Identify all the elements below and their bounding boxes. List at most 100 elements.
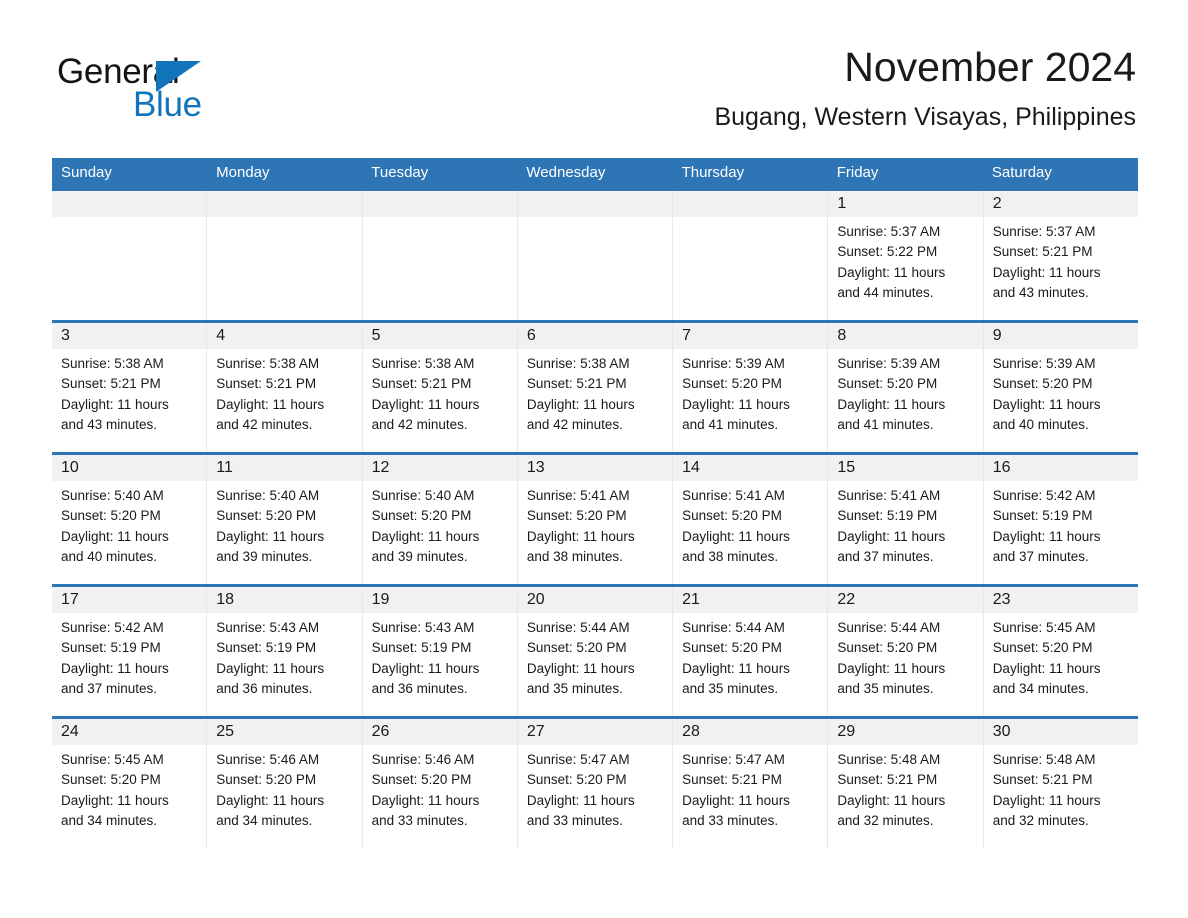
day-cell-14[interactable]: 14 Sunrise: 5:41 AM Sunset: 5:20 PM Dayligh…	[673, 455, 829, 584]
day-cell-23[interactable]: 23 Sunrise: 5:45 AM Sunset: 5:20 PM Dayligh…	[983, 587, 1138, 716]
daylight-line: Daylight: 11 hours	[216, 660, 325, 676]
day-number-band: 5	[362, 323, 517, 349]
day-number: 18	[216, 591, 235, 608]
daylight-line-2: and 40 minutes.	[992, 416, 1089, 432]
day-info: Sunrise: 5:48 AM Sunset: 5:21 PM Daylight:…	[984, 745, 1138, 831]
day-cell-empty	[362, 191, 518, 320]
day-cell-7[interactable]: 7 Sunrise: 5:39 AM Sunset: 5:20 PM Daylight…	[673, 323, 829, 452]
daylight-line: Daylight: 11 hours	[682, 660, 790, 676]
day-cell-19[interactable]: 19 Sunrise: 5:43 AM Sunset: 5:19 PM Dayligh…	[362, 587, 518, 716]
day-cell-13[interactable]: 13 Sunrise: 5:41 AM Sunset: 5:20 PM Dayligh…	[517, 455, 674, 584]
daylight-line: Daylight: 11 hours	[216, 528, 325, 544]
day-info: Sunrise: 5:46 AM Sunset: 5:20 PM Daylight:…	[363, 745, 517, 831]
daylight-line: Daylight: 11 hours	[992, 264, 1101, 280]
daylight-line: Daylight: 11 hours	[837, 528, 946, 544]
day-cell-15[interactable]: 15 Sunrise: 5:41 AM Sunset: 5:19 PM Dayligh…	[828, 455, 984, 584]
daylight-line-2: and 32 minutes.	[992, 812, 1089, 828]
day-info: Sunrise: 5:41 AM Sunset: 5:19 PM Daylight:…	[828, 481, 982, 567]
daylight-line-2: and 36 minutes.	[371, 680, 468, 696]
day-number-band: 16	[983, 455, 1138, 481]
sunrise-line: Sunrise: 5:40 AM	[61, 488, 164, 503]
daylight-line-2: and 32 minutes.	[837, 812, 934, 828]
day-number: 27	[526, 723, 545, 740]
day-number: 12	[371, 459, 390, 476]
sunset-line: Sunset: 5:20 PM	[682, 508, 782, 524]
daylight-line: Daylight: 11 hours	[526, 792, 635, 808]
day-cell-26[interactable]: 26 Sunrise: 5:46 AM Sunset: 5:20 PM Dayligh…	[362, 719, 518, 848]
day-cell-3[interactable]: 3 Sunrise: 5:38 AM Sunset: 5:21 PM Daylight…	[52, 323, 208, 452]
sunrise-line: Sunrise: 5:44 AM	[526, 620, 630, 635]
day-cell-9[interactable]: 9 Sunrise: 5:39 AM Sunset: 5:20 PM Daylight…	[983, 323, 1138, 452]
day-number: 1	[837, 195, 847, 212]
day-cell-12[interactable]: 12 Sunrise: 5:40 AM Sunset: 5:20 PM Dayligh…	[362, 455, 518, 584]
daylight-line: Daylight: 11 hours	[61, 792, 169, 808]
sunset-line: Sunset: 5:20 PM	[216, 772, 317, 788]
daylight-line-2: and 33 minutes.	[526, 812, 623, 828]
day-cell-2[interactable]: 2 Sunrise: 5:37 AM Sunset: 5:21 PM Daylight…	[983, 191, 1138, 320]
day-number-band: 21	[673, 587, 828, 613]
day-number-band: 8	[828, 323, 983, 349]
daylight-line: Daylight: 11 hours	[526, 660, 635, 676]
day-cell-29[interactable]: 29 Sunrise: 5:48 AM Sunset: 5:21 PM Dayligh…	[828, 719, 984, 848]
day-number: 25	[216, 723, 235, 740]
sunset-line: Sunset: 5:20 PM	[682, 640, 782, 656]
weekday-header-saturday: Saturday	[991, 164, 1052, 181]
day-number-band	[517, 191, 673, 217]
day-number-band: 14	[673, 455, 828, 481]
day-cell-8[interactable]: 8 Sunrise: 5:39 AM Sunset: 5:20 PM Daylight…	[828, 323, 984, 452]
sunrise-line: Sunrise: 5:41 AM	[682, 488, 785, 503]
day-info: Sunrise: 5:43 AM Sunset: 5:19 PM Daylight:…	[207, 613, 361, 699]
calendar-page: General Blue November 2024 Bugang, Weste…	[0, 0, 1188, 918]
daylight-line: Daylight: 11 hours	[216, 396, 325, 412]
day-number: 2	[992, 195, 1002, 212]
daylight-line: Daylight: 11 hours	[526, 528, 635, 544]
day-number: 26	[371, 723, 390, 740]
daylight-line: Daylight: 11 hours	[682, 396, 790, 412]
day-cell-6[interactable]: 6 Sunrise: 5:38 AM Sunset: 5:21 PM Daylight…	[517, 323, 674, 452]
day-number-band: 11	[207, 455, 362, 481]
sunset-line: Sunset: 5:21 PM	[371, 376, 472, 392]
day-info: Sunrise: 5:40 AM Sunset: 5:20 PM Daylight:…	[52, 481, 206, 567]
daylight-line: Daylight: 11 hours	[837, 264, 946, 280]
sunrise-line: Sunrise: 5:41 AM	[526, 488, 630, 503]
day-cell-30[interactable]: 30 Sunrise: 5:48 AM Sunset: 5:21 PM Dayligh…	[983, 719, 1138, 848]
day-number: 15	[837, 459, 856, 476]
day-info: Sunrise: 5:37 AM Sunset: 5:22 PM Daylight:…	[828, 217, 982, 303]
calendar-week-row: 24 Sunrise: 5:45 AM Sunset: 5:20 PM Dayligh…	[52, 716, 1138, 848]
sunrise-line: Sunrise: 5:40 AM	[216, 488, 320, 503]
daylight-line-2: and 41 minutes.	[682, 416, 779, 432]
day-cell-11[interactable]: 11 Sunrise: 5:40 AM Sunset: 5:20 PM Dayligh…	[207, 455, 363, 584]
day-cell-4[interactable]: 4 Sunrise: 5:38 AM Sunset: 5:21 PM Daylight…	[207, 323, 363, 452]
sunrise-line: Sunrise: 5:47 AM	[526, 752, 630, 767]
sunset-line: Sunset: 5:20 PM	[526, 640, 627, 656]
sunset-line: Sunset: 5:20 PM	[61, 508, 161, 524]
day-cell-20[interactable]: 20 Sunrise: 5:44 AM Sunset: 5:20 PM Dayligh…	[517, 587, 674, 716]
sunset-line: Sunset: 5:20 PM	[837, 640, 938, 656]
day-number: 14	[682, 459, 700, 476]
day-cell-25[interactable]: 25 Sunrise: 5:46 AM Sunset: 5:20 PM Dayligh…	[207, 719, 363, 848]
day-info: Sunrise: 5:48 AM Sunset: 5:21 PM Daylight:…	[828, 745, 982, 831]
daylight-line-2: and 39 minutes.	[216, 548, 313, 564]
day-cell-10[interactable]: 10 Sunrise: 5:40 AM Sunset: 5:20 PM Dayligh…	[52, 455, 208, 584]
day-cell-22[interactable]: 22 Sunrise: 5:44 AM Sunset: 5:20 PM Dayligh…	[828, 587, 984, 716]
day-info: Sunrise: 5:39 AM Sunset: 5:20 PM Daylight:…	[984, 349, 1138, 435]
sunrise-line: Sunrise: 5:41 AM	[837, 488, 941, 503]
sunrise-line: Sunrise: 5:43 AM	[216, 620, 320, 635]
day-info: Sunrise: 5:47 AM Sunset: 5:21 PM Daylight:…	[673, 745, 827, 831]
day-cell-1[interactable]: 1 Sunrise: 5:37 AM Sunset: 5:22 PM Daylight…	[828, 191, 984, 320]
day-cell-16[interactable]: 16 Sunrise: 5:42 AM Sunset: 5:19 PM Dayligh…	[983, 455, 1138, 584]
day-cell-18[interactable]: 18 Sunrise: 5:43 AM Sunset: 5:19 PM Dayligh…	[207, 587, 363, 716]
calendar-week-row: 17 Sunrise: 5:42 AM Sunset: 5:19 PM Dayligh…	[52, 584, 1138, 716]
weekday-header-wednesday: Wednesday	[526, 164, 606, 181]
day-cell-24[interactable]: 24 Sunrise: 5:45 AM Sunset: 5:20 PM Dayligh…	[52, 719, 208, 848]
day-cell-27[interactable]: 27 Sunrise: 5:47 AM Sunset: 5:20 PM Dayligh…	[517, 719, 674, 848]
day-cell-28[interactable]: 28 Sunrise: 5:47 AM Sunset: 5:21 PM Dayligh…	[673, 719, 829, 848]
day-info: Sunrise: 5:42 AM Sunset: 5:19 PM Daylight:…	[52, 613, 206, 699]
day-cell-17[interactable]: 17 Sunrise: 5:42 AM Sunset: 5:19 PM Dayligh…	[52, 587, 208, 716]
day-cell-5[interactable]: 5 Sunrise: 5:38 AM Sunset: 5:21 PM Daylight…	[362, 323, 518, 452]
generalblue-logo[interactable]: General Blue	[57, 52, 317, 132]
day-cell-21[interactable]: 21 Sunrise: 5:44 AM Sunset: 5:20 PM Dayligh…	[673, 587, 829, 716]
day-number-band: 12	[362, 455, 517, 481]
daylight-line-2: and 34 minutes.	[61, 812, 158, 828]
daylight-line: Daylight: 11 hours	[992, 528, 1101, 544]
